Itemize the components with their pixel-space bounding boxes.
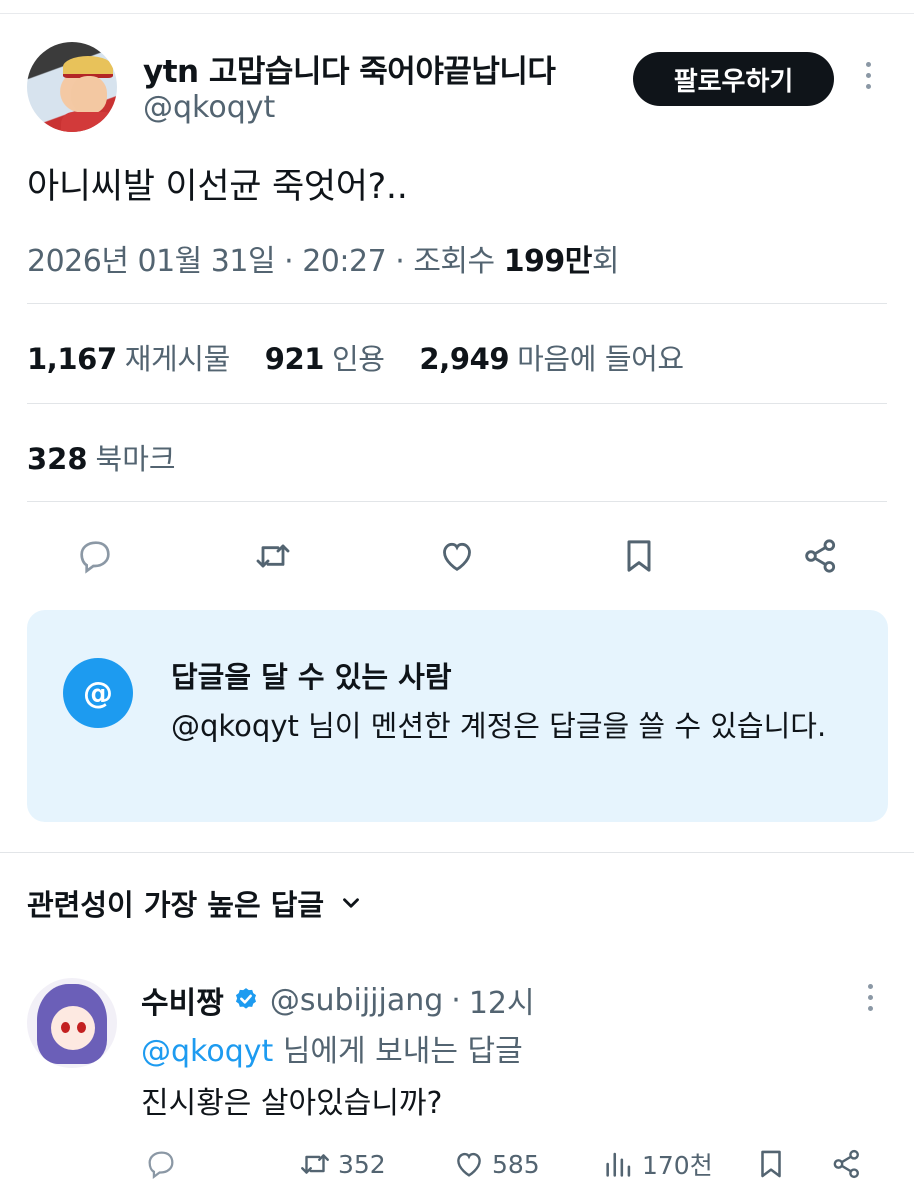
author-handle[interactable]: @qkoqyt <box>143 90 275 125</box>
reply-separator: · <box>451 982 461 1018</box>
reply-time[interactable]: 12시 <box>469 978 535 1022</box>
share-icon <box>805 539 836 573</box>
quotes-stat[interactable]: 921 인용 <box>265 342 411 376</box>
tweet-meta: 2026년 01월 31일 · 20:27 · 조회수 199만회 <box>27 236 620 280</box>
post-detail-page: ytn 고맙습니다 죽어야끝납니다 @qkoqyt 팔로우하기 아니씨발 이선균… <box>0 0 914 1200</box>
likes-stat[interactable]: 2,949 마음에 들어요 <box>419 342 709 376</box>
views-prefix: 조회수 <box>413 244 495 279</box>
bookmarks-count: 328 <box>27 442 88 476</box>
share-button[interactable] <box>798 533 844 579</box>
views-suffix: 회 <box>591 244 620 279</box>
bookmark-icon <box>627 540 651 572</box>
analytics-icon <box>606 1152 631 1177</box>
reply-share-button[interactable] <box>830 1144 870 1184</box>
replying-to-mention[interactable]: @qkoqyt <box>141 1034 273 1069</box>
reply-icon <box>148 1151 174 1180</box>
like-icon <box>443 542 471 571</box>
reply-repost-count: 352 <box>338 1149 386 1179</box>
quotes-count: 921 <box>264 342 325 376</box>
divider <box>27 501 887 502</box>
bookmark-button[interactable] <box>616 533 662 579</box>
bookmark-icon <box>761 1150 781 1178</box>
likes-label: 마음에 들어요 <box>517 342 684 376</box>
engagement-stats: 1,167 재게시물 921 인용 2,949 마음에 들어요 <box>27 336 710 378</box>
replying-to-suffix: 님에게 보내는 답글 <box>282 1034 523 1069</box>
reply-restriction-notice: @ 답글을 달 수 있는 사람 @qkoqyt 님이 멘션한 계정은 답글을 쓸… <box>27 610 888 822</box>
reply-author-name[interactable]: 수비짱 <box>141 978 224 1022</box>
reply-bookmark-button[interactable] <box>754 1144 794 1184</box>
section-divider <box>0 852 914 853</box>
author-avatar[interactable] <box>27 42 117 132</box>
reply-like-button[interactable]: 585 <box>452 1144 540 1184</box>
reposts-label: 재게시물 <box>124 342 231 376</box>
follow-button[interactable]: 팔로우하기 <box>633 52 834 106</box>
verified-badge-icon[interactable] <box>232 986 260 1014</box>
divider <box>27 303 887 304</box>
reposts-stat[interactable]: 1,167 재게시물 <box>27 342 256 376</box>
reply-author-handle[interactable]: @subijjjang <box>270 983 443 1018</box>
meta-separator: · <box>284 244 294 279</box>
bookmarks-label: 북마크 <box>95 442 176 476</box>
mention-icon: @ <box>63 658 133 728</box>
more-options-icon[interactable] <box>858 62 878 96</box>
tweet-date[interactable]: 2026년 01월 31일 <box>27 244 276 279</box>
reply-header: 수비짱 @subijjjang · 12시 <box>141 978 535 1022</box>
replying-to: @qkoqyt 님에게 보내는 답글 <box>141 1026 523 1070</box>
reply-views-button[interactable]: 170천 <box>602 1144 713 1184</box>
author-display-name[interactable]: ytn 고맙습니다 죽어야끝납니다 <box>143 46 556 91</box>
reply-author-avatar[interactable] <box>27 978 117 1068</box>
reply-sort-selector[interactable]: 관련성이 가장 높은 답글 <box>27 882 364 924</box>
reply-text: 진시황은 살아있습니까? <box>141 1086 443 1121</box>
like-button[interactable] <box>434 533 480 579</box>
reply-like-count: 585 <box>492 1149 540 1179</box>
divider <box>27 403 887 404</box>
reply-repost-button[interactable]: 352 <box>298 1144 386 1184</box>
reply-icon <box>80 541 110 574</box>
meta-separator: · <box>395 244 405 279</box>
reply-sort-label: 관련성이 가장 높은 답글 <box>27 888 325 922</box>
tweet-time[interactable]: 20:27 <box>302 244 386 279</box>
likes-count: 2,949 <box>419 342 510 376</box>
quotes-label: 인용 <box>332 342 385 376</box>
reply-reply-button[interactable] <box>144 1144 184 1184</box>
bookmarks-stat: 328 북마크 <box>27 436 176 478</box>
top-divider <box>0 13 914 14</box>
repost-icon <box>301 1154 329 1174</box>
repost-button[interactable] <box>250 533 296 579</box>
reposts-count: 1,167 <box>27 342 117 376</box>
repost-icon <box>256 544 290 568</box>
views-value: 199만 <box>503 244 593 279</box>
tweet-text: 아니씨발 이선균 죽엇어?.. <box>27 167 408 207</box>
reply-views-count: 170천 <box>642 1151 713 1180</box>
chevron-down-icon <box>343 898 360 908</box>
reply-button[interactable] <box>72 533 118 579</box>
like-icon <box>457 1152 481 1177</box>
reply-more-options-icon[interactable] <box>860 984 880 1018</box>
share-icon <box>833 1149 859 1179</box>
reply-restriction-title: 답글을 달 수 있는 사람 <box>171 660 452 694</box>
reply-restriction-description: @qkoqyt 님이 멘션한 계정은 답글을 쓸 수 있습니다. <box>171 709 827 743</box>
